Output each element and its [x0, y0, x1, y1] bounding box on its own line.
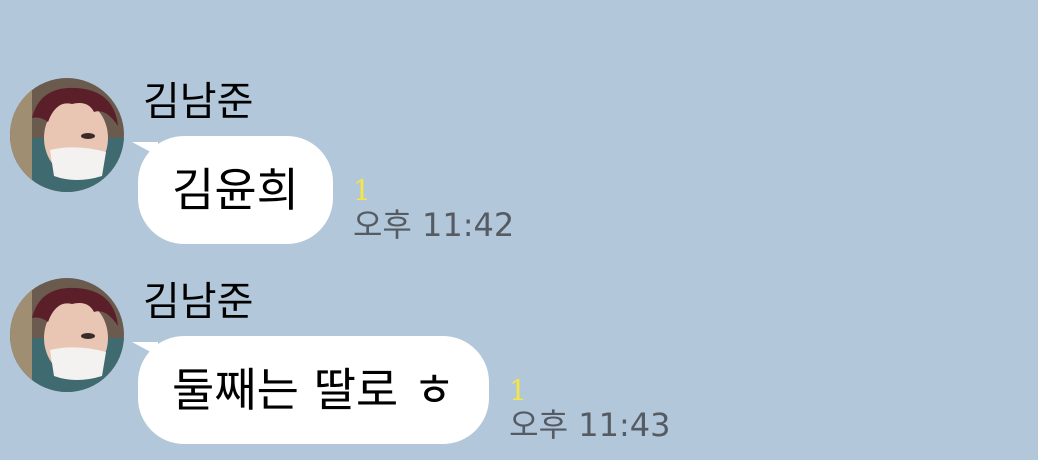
message-bubble[interactable]: 둘째는 딸로 ㅎ 1 오후 11:43: [132, 336, 670, 444]
message-meta: 1 오후 11:42: [352, 174, 515, 245]
sender-name: 김남준: [143, 79, 254, 125]
profile-avatar[interactable]: [10, 278, 124, 392]
message-row: 김남준 둘째는 딸로 ㅎ 1 오후 11:43: [0, 278, 1038, 458]
profile-photo-icon: [10, 278, 124, 392]
message-bubble-wrap: 둘째는 딸로 ㅎ 1 오후 11:43: [132, 336, 670, 444]
message-time: 오후 11:43: [509, 406, 671, 444]
message-text: 둘째는 딸로 ㅎ: [172, 363, 456, 417]
bubble-tail: [132, 142, 158, 156]
message-bubble[interactable]: 김윤희 1 오후 11:42: [132, 136, 514, 244]
message-meta: 1 오후 11:43: [509, 374, 671, 445]
bubble-tail: [132, 342, 158, 356]
message-row: 김남준 김윤희 1 오후 11:42: [0, 78, 1038, 258]
message-text: 김윤희: [172, 163, 299, 217]
chat-room: 김남준 김윤희 1 오후 11:42 김남준 둘째는 딸로 ㅎ 1 오후 11:…: [0, 0, 1038, 460]
message-bubble-wrap: 김윤희 1 오후 11:42: [132, 136, 514, 244]
unread-count: 1: [509, 374, 527, 407]
profile-avatar[interactable]: [10, 78, 124, 192]
unread-count: 1: [352, 174, 371, 207]
profile-photo-icon: [10, 78, 124, 192]
message-time: 오후 11:42: [352, 206, 515, 244]
sender-name: 김남준: [143, 279, 254, 325]
